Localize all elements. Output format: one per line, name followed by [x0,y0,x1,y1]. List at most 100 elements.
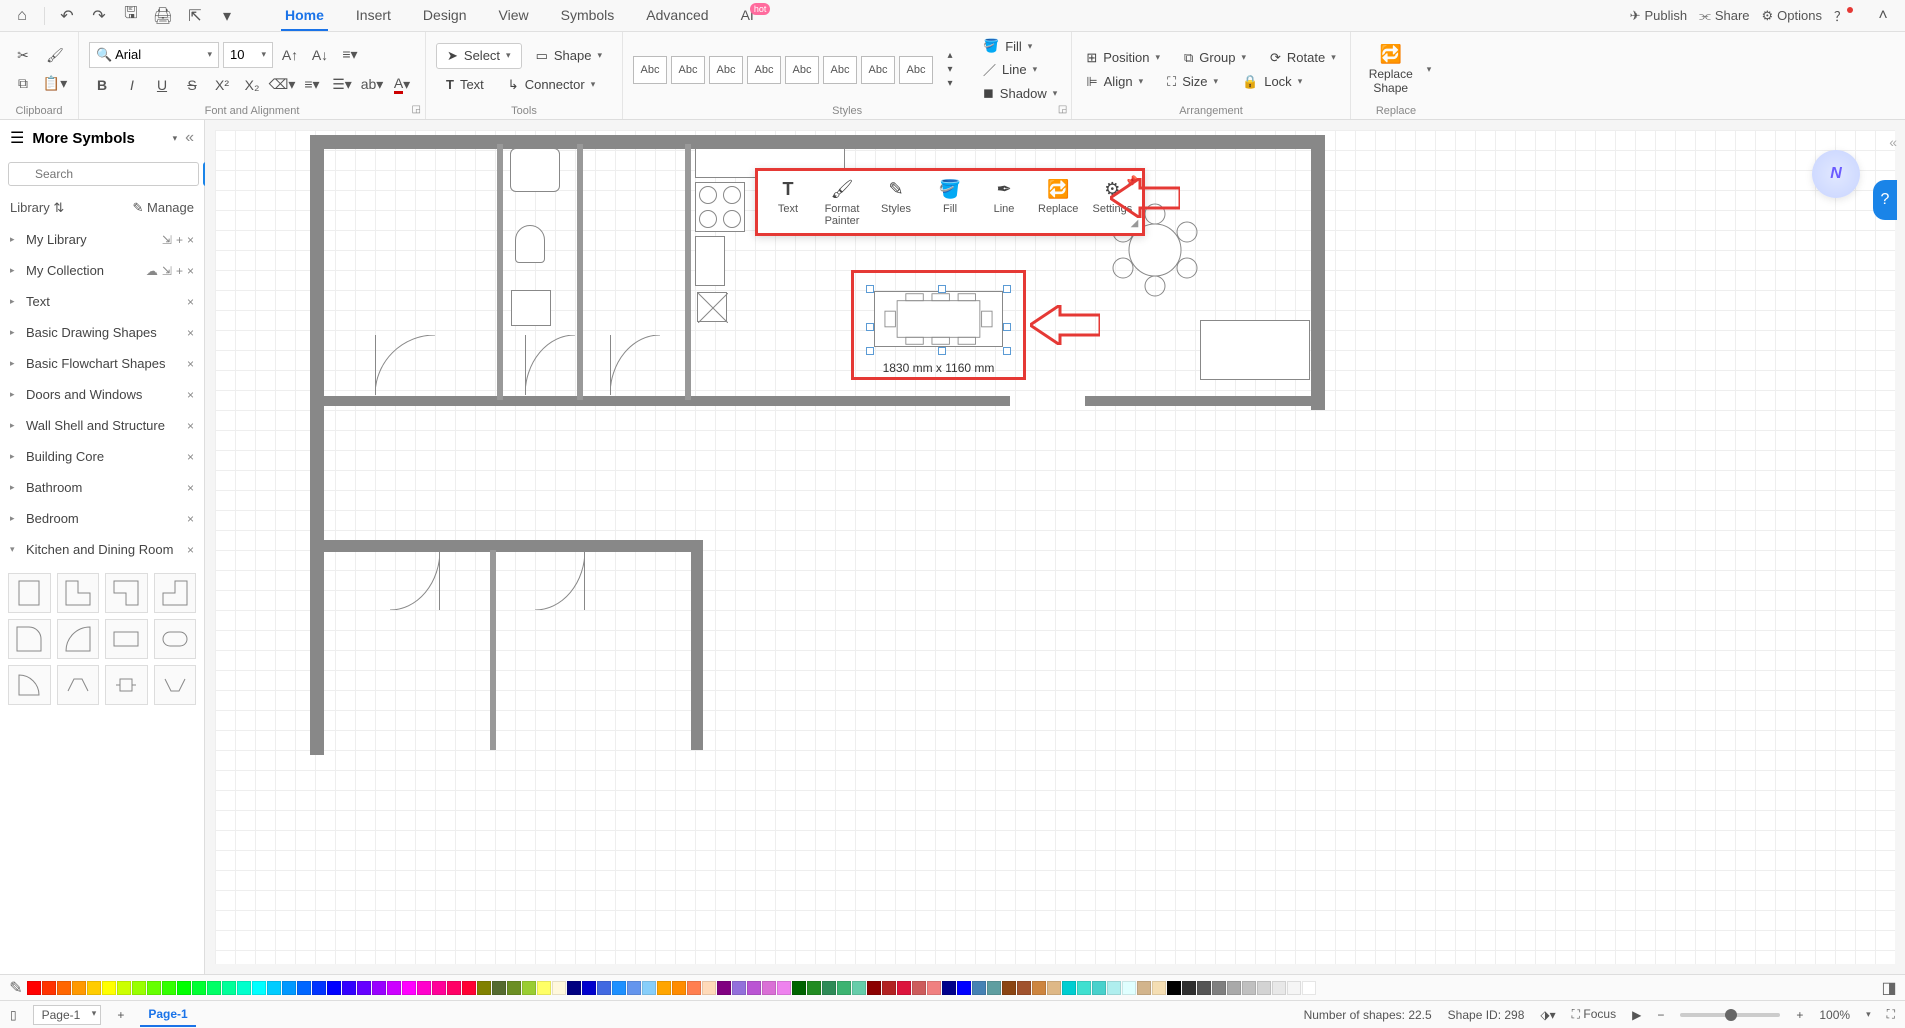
tab-view[interactable]: View [495,1,533,31]
wall-int-3[interactable] [685,144,691,400]
shape-counter-l1[interactable] [57,573,100,613]
line-spacing-icon[interactable]: ≡▾ [299,72,325,98]
lock-dropdown[interactable]: 🔒Lock▾ [1238,72,1306,92]
color-swatch[interactable] [222,981,236,995]
more-qat-icon[interactable]: ▾ [213,2,241,30]
bold-icon[interactable]: B [89,72,115,98]
color-swatch[interactable] [462,981,476,995]
rotate-dropdown[interactable]: ⟳Rotate▾ [1266,48,1340,68]
zoom-in-icon[interactable]: + [1796,1008,1803,1022]
share-button[interactable]: ⫘Share [1699,8,1749,24]
collapse-ribbon-icon[interactable]: ˄ [1869,2,1897,30]
tab-home[interactable]: Home [281,1,328,31]
color-swatch[interactable] [777,981,791,995]
size-dropdown[interactable]: ⛶Size▾ [1163,72,1222,92]
right-panel-collapse-icon[interactable]: « [1889,134,1897,150]
help-tab[interactable]: ? [1873,180,1897,220]
color-swatch[interactable] [672,981,686,995]
redo-icon[interactable]: ↷ [85,2,113,30]
font-family-select[interactable]: 🔍 Arial▾ [89,42,219,68]
color-swatch[interactable] [1032,981,1046,995]
lib-item-doors-windows[interactable]: ▸Doors and Windows× [0,379,204,410]
color-swatch[interactable] [837,981,851,995]
hamburger-icon[interactable]: ☰ [10,128,24,148]
lib-item-wall-shell[interactable]: ▸Wall Shell and Structure× [0,410,204,441]
strikethrough-icon[interactable]: S [179,72,205,98]
publish-button[interactable]: ✈Publish [1630,8,1688,24]
color-swatch[interactable] [177,981,191,995]
color-swatch[interactable] [642,981,656,995]
page-select[interactable]: Page-1 ▾ [33,1005,102,1025]
canvas-viewport[interactable]: 📌 ◢ TText 🖌Format Painter ✎Styles 🪣Fill … [205,120,1905,974]
lib-item-basic-drawing[interactable]: ▸Basic Drawing Shapes× [0,317,204,348]
lib-item-basic-flowchart[interactable]: ▸Basic Flowchart Shapes× [0,348,204,379]
font-color-icon[interactable]: A▾ [389,72,415,98]
format-painter-icon[interactable]: 🖌 [42,43,68,69]
shadow-dropdown[interactable]: ◼Shadow▾ [979,83,1061,103]
color-swatch[interactable] [417,981,431,995]
text-tool[interactable]: TText [436,73,494,96]
shape-counter-arc[interactable] [57,619,100,659]
lib-item-bathroom[interactable]: ▸Bathroom× [0,472,204,503]
wall-int-1[interactable] [497,144,503,400]
ft-format-painter[interactable]: 🖌Format Painter [822,177,862,227]
ft-text[interactable]: TText [768,177,808,227]
lib-item-bedroom[interactable]: ▸Bedroom× [0,503,204,534]
color-swatch[interactable] [762,981,776,995]
color-swatch[interactable] [57,981,71,995]
color-swatch[interactable] [687,981,701,995]
paste-icon[interactable]: 📋▾ [42,71,68,97]
align-dropdown[interactable]: ⊫Align▾ [1082,72,1147,92]
print-icon[interactable]: 🖨 [149,2,177,30]
color-swatch[interactable] [702,981,716,995]
color-swatch[interactable] [1287,981,1301,995]
color-swatch[interactable] [627,981,641,995]
color-swatch[interactable] [1137,981,1151,995]
help-button[interactable]: ？ [1834,6,1857,25]
color-swatch[interactable] [597,981,611,995]
style-scroll-down-icon[interactable]: ▾ [937,63,963,77]
color-swatch[interactable] [522,981,536,995]
color-swatch[interactable] [1227,981,1241,995]
color-swatch[interactable] [612,981,626,995]
collapse-sidebar-icon[interactable]: « [185,129,194,147]
color-swatch[interactable] [1182,981,1196,995]
door-3[interactable] [610,335,660,400]
bullet-list-icon[interactable]: ☰▾ [329,72,355,98]
color-swatch[interactable] [432,981,446,995]
color-swatch[interactable] [327,981,341,995]
shape-chairs-3[interactable] [154,665,197,705]
lib-item-text[interactable]: ▸Text× [0,286,204,317]
color-swatch[interactable] [507,981,521,995]
color-swatch[interactable] [477,981,491,995]
color-swatch[interactable] [387,981,401,995]
color-swatch[interactable] [1167,981,1181,995]
color-swatch[interactable] [1077,981,1091,995]
line-dropdown[interactable]: ／Line▾ [979,58,1061,81]
lib-item-kitchen-dining[interactable]: ▾Kitchen and Dining Room× [0,534,204,565]
color-swatch[interactable] [1242,981,1256,995]
wall-lower-right[interactable] [691,540,703,750]
drawing-canvas[interactable]: 📌 ◢ TText 🖌Format Painter ✎Styles 🪣Fill … [215,130,1895,964]
home-icon[interactable]: ⌂ [8,2,36,30]
color-swatch[interactable] [162,981,176,995]
ft-fill[interactable]: 🪣Fill [930,177,970,227]
copy-icon[interactable]: ⧉ [10,71,36,97]
close-icon[interactable]: × [187,481,194,495]
color-swatch[interactable] [342,981,356,995]
color-swatch[interactable] [1302,981,1316,995]
zoom-out-icon[interactable]: − [1657,1008,1664,1022]
color-swatch[interactable] [537,981,551,995]
color-swatch[interactable] [1092,981,1106,995]
manage-button[interactable]: ✎ Manage [133,200,195,216]
color-swatch[interactable] [1152,981,1166,995]
color-swatch[interactable] [357,981,371,995]
select-tool[interactable]: ➤Select▾ [436,43,522,69]
color-swatch[interactable] [927,981,941,995]
export-icon[interactable]: ⇱ [181,2,209,30]
eyedropper-icon[interactable]: ✎ [6,978,26,998]
toilet-shape[interactable] [515,225,545,263]
color-swatch[interactable] [1122,981,1136,995]
door-2[interactable] [525,335,575,400]
wall-left[interactable] [310,135,324,755]
